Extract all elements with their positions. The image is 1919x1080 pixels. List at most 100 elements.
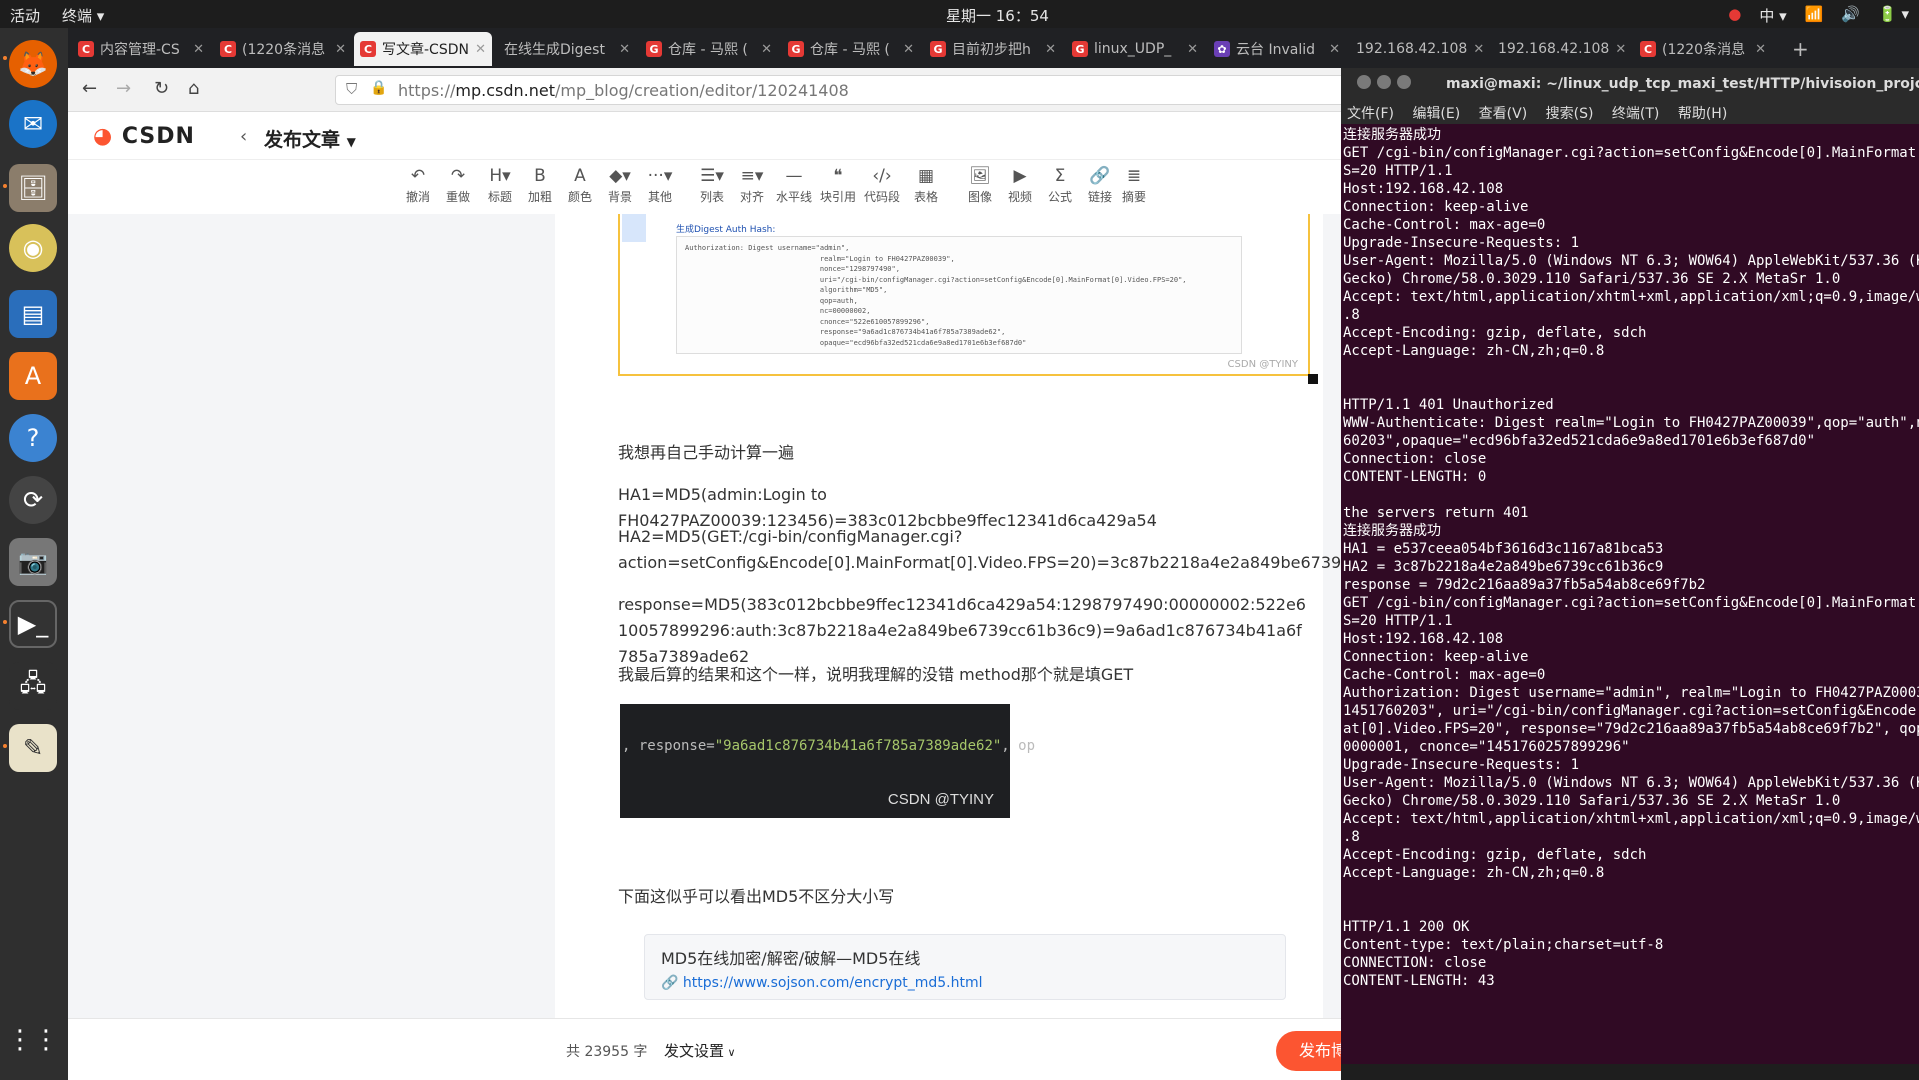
menu-help[interactable]: 帮助(H)	[1678, 106, 1727, 122]
thunderbird-icon[interactable]: ✉	[9, 100, 57, 148]
toolbar-图像-button[interactable]: 🖼 图像	[960, 166, 1000, 205]
activities-button[interactable]: 活动	[10, 5, 40, 26]
paragraph[interactable]: 我想再自己手动计算一遍	[618, 440, 1308, 466]
menu-file[interactable]: 文件(F)	[1347, 106, 1394, 122]
close-tab-icon[interactable]: ✕	[1045, 42, 1056, 57]
publish-settings-button[interactable]: 发文设置 ∨	[664, 1040, 736, 1061]
paragraph[interactable]: 下面这似乎可以看出MD5不区分大小写	[618, 884, 1308, 910]
menu-view[interactable]: 查看(V)	[1479, 106, 1528, 122]
paragraph[interactable]: 我最后算的结果和这个一样，说明我理解的没错 method那个就是填GET	[618, 662, 1308, 688]
browser-tab[interactable]: G 目前初步把h ✕	[924, 32, 1062, 66]
browser-tab[interactable]: 192.168.42.108 ✕	[1350, 32, 1488, 66]
input-method-menu[interactable]: 中 ▾	[1759, 5, 1786, 26]
toolbar-表格-button[interactable]: ▦ 表格	[906, 166, 946, 205]
text-editor-icon[interactable]: ✎	[9, 724, 57, 772]
terminal-window[interactable]: maxi@maxi: ~/linux_udp_tcp_maxi_test/HTT…	[1341, 68, 1919, 1080]
terminal-output[interactable]: 连接服务器成功 GET /cgi-bin/configManager.cgi?ac…	[1341, 126, 1919, 1064]
volume-icon[interactable]: 🔊	[1841, 5, 1860, 26]
toolbar-水平线-button[interactable]: — 水平线	[774, 166, 814, 205]
camera-icon[interactable]: 📷	[9, 538, 57, 586]
close-tab-icon[interactable]: ✕	[1473, 42, 1484, 57]
browser-tab[interactable]: 在线生成Digest ✕	[498, 32, 636, 66]
link-card-url[interactable]: 🔗 https://www.sojson.com/encrypt_md5.htm…	[661, 975, 1269, 991]
new-tab-button[interactable]: +	[1786, 32, 1816, 66]
terminal-title-text: maxi@maxi: ~/linux_udp_tcp_maxi_test/HTT…	[1446, 76, 1919, 92]
paragraph[interactable]: response=MD5(383c012bcbbe9ffec12341d6ca4…	[618, 592, 1308, 670]
browser-tab[interactable]: 192.168.42.108 ✕	[1492, 32, 1630, 66]
clock[interactable]: 星期一 16：54	[946, 5, 1049, 26]
close-tab-icon[interactable]: ✕	[1329, 42, 1340, 57]
toolbar-背景-button[interactable]: ◆▾ 背景	[600, 166, 640, 205]
browser-tab[interactable]: G 仓库 - 马熙 (✕	[782, 32, 920, 66]
toolbar-摘要-button[interactable]: ≣ 摘要	[1114, 166, 1154, 205]
back-chevron-icon[interactable]: ‹	[240, 126, 247, 147]
menu-terminal[interactable]: 终端(T)	[1612, 106, 1659, 122]
close-tab-icon[interactable]: ✕	[1187, 42, 1198, 57]
close-tab-icon[interactable]: ✕	[619, 42, 630, 57]
reload-icon[interactable]: ↻	[154, 78, 169, 99]
network-tool-icon[interactable]: 🖧	[9, 662, 57, 710]
record-indicator-icon[interactable]: ●	[1728, 5, 1741, 26]
toolbar-加粗-button[interactable]: B 加粗	[520, 166, 560, 205]
csdn-logo[interactable]: ◕ CSDN	[93, 124, 195, 149]
toolbar-标题-button[interactable]: H▾ 标题	[480, 166, 520, 205]
resize-handle[interactable]	[1308, 374, 1318, 384]
terminal-line: HTTP/1.1 401 Unauthorized	[1343, 397, 1554, 413]
close-tab-icon[interactable]: ✕	[903, 42, 914, 57]
minimize-icon[interactable]	[1357, 75, 1371, 89]
toolbar-块引用-button[interactable]: ❝ 块引用	[818, 166, 858, 205]
home-icon[interactable]: ⌂	[188, 78, 199, 99]
help-icon[interactable]: ?	[9, 414, 57, 462]
show-applications-icon[interactable]: ⋮⋮	[7, 1016, 59, 1064]
tab-label: 192.168.42.108	[1356, 41, 1468, 57]
close-tab-icon[interactable]: ✕	[335, 42, 346, 57]
terminal-icon[interactable]: ▶_	[9, 600, 57, 648]
toolbar-撤消-button[interactable]: ↶ 撤消	[398, 166, 438, 205]
software-center-icon[interactable]: A	[9, 352, 57, 400]
software-updater-icon[interactable]: ⟳	[9, 476, 57, 524]
browser-tab[interactable]: C 内容管理-CS ✕	[72, 32, 210, 66]
close-tab-icon[interactable]: ✕	[475, 42, 486, 57]
files-icon[interactable]: 🗄	[9, 164, 57, 212]
browser-tab[interactable]: C (1220条消息 ✕	[1634, 32, 1772, 66]
close-tab-icon[interactable]: ✕	[1615, 42, 1626, 57]
browser-tab[interactable]: Glinux_UDP_ ✕	[1066, 32, 1204, 66]
toolbar-颜色-button[interactable]: A 颜色	[560, 166, 600, 205]
menu-search[interactable]: 搜索(S)	[1546, 106, 1594, 122]
close-icon[interactable]	[1397, 75, 1411, 89]
toolbar-公式-button[interactable]: Σ 公式	[1040, 166, 1080, 205]
close-tab-icon[interactable]: ✕	[193, 42, 204, 57]
embedded-screenshot-image[interactable]: 生成Digest Auth Hash: Authorization: Diges…	[618, 214, 1318, 384]
back-icon[interactable]: ←	[82, 78, 97, 99]
system-tray[interactable]: ● 中 ▾ 📶 🔊 🔋 ▾	[1728, 5, 1909, 26]
app-menu[interactable]: 终端 ▾	[62, 5, 104, 26]
page-title[interactable]: 发布文章 ▼	[264, 125, 356, 152]
embedded-code-image[interactable]: , response="9a6ad1c876734b41a6f785a7389a…	[620, 704, 1035, 818]
toolbar-视频-button[interactable]: ▶ 视频	[1000, 166, 1040, 205]
toolbar-对齐-button[interactable]: ≡▾ 对齐	[732, 166, 772, 205]
rhythmbox-icon[interactable]: ◉	[9, 224, 57, 272]
browser-tab[interactable]: C (1220条消息 ✕	[214, 32, 352, 66]
link-card[interactable]: MD5在线加密/解密/破解—MD5在线 🔗 https://www.sojson…	[644, 934, 1286, 1000]
writer-icon[interactable]: ▤	[9, 290, 57, 338]
maximize-icon[interactable]	[1377, 75, 1391, 89]
lock-icon[interactable]: 🔒	[370, 80, 387, 96]
browser-tab[interactable]: ✿ 云台 Invalid ✕	[1208, 32, 1346, 66]
close-tab-icon[interactable]: ✕	[1755, 42, 1766, 57]
toolbar-列表-button[interactable]: ☰▾ 列表	[692, 166, 732, 205]
url-bar[interactable]: ⛉ 🔒 https://mp.csdn.net/mp_blog/creation…	[335, 75, 1353, 105]
forward-icon[interactable]: →	[116, 78, 131, 99]
toolbar-重做-button[interactable]: ↷ 重做	[438, 166, 478, 205]
firefox-icon[interactable]: 🦊	[9, 40, 57, 88]
browser-tab[interactable]: G 仓库 - 马熙 (✕	[640, 32, 778, 66]
network-icon[interactable]: 📶	[1805, 5, 1824, 26]
toolbar-代码段-button[interactable]: ‹/› 代码段	[862, 166, 902, 205]
battery-icon[interactable]: 🔋 ▾	[1878, 5, 1909, 26]
paragraph[interactable]: HA2=MD5(GET:/cgi-bin/configManager.cgi?a…	[618, 524, 1429, 576]
browser-tab-active[interactable]: C 写文章-CSDN ✕	[354, 32, 492, 66]
menu-edit[interactable]: 编辑(E)	[1412, 106, 1460, 122]
toolbar-其他-button[interactable]: ···▾ 其他	[640, 166, 680, 205]
shield-icon[interactable]: ⛉	[346, 80, 357, 98]
close-tab-icon[interactable]: ✕	[761, 42, 772, 57]
